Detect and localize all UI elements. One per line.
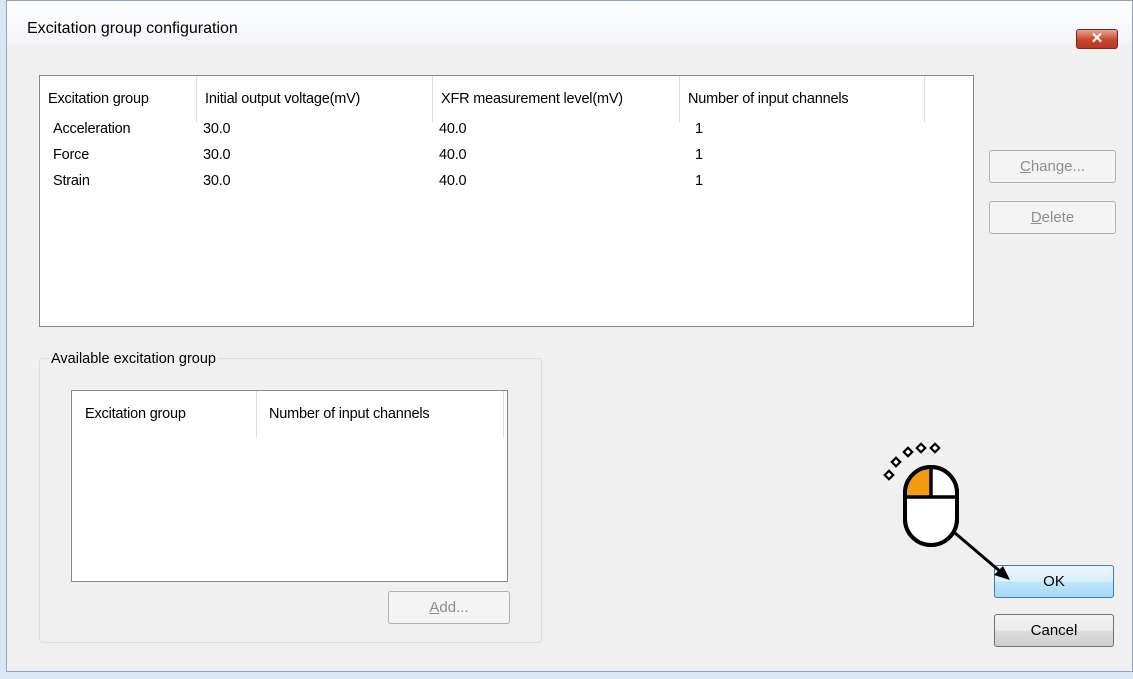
cell-initial-output-voltage: 30.0 [203,173,231,189]
cell-number-of-input-channels: 1 [695,121,703,137]
table-row[interactable]: Acceleration 30.0 40.0 1 [40,121,973,140]
cell-excitation-group: Force [53,147,90,163]
cell-xfr-measurement-level: 40.0 [439,121,467,137]
delete-button[interactable]: Delete [989,201,1116,234]
column-header-excitation-group[interactable]: Excitation group [72,391,257,437]
cancel-button[interactable]: Cancel [994,614,1114,647]
title-bar: Excitation group configuration ✕ [7,1,1132,49]
cell-xfr-measurement-level: 40.0 [439,173,467,189]
column-header-initial-output-voltage[interactable]: Initial output voltage(mV) [197,76,433,122]
add-button[interactable]: Add... [388,591,510,624]
available-excitation-group-list[interactable]: Excitation group Number of input channel… [71,390,508,582]
column-header-excitation-group[interactable]: Excitation group [40,76,197,122]
list-header: Excitation group Initial output voltage(… [40,76,973,122]
column-header-xfr-measurement-level[interactable]: XFR measurement level(mV) [433,76,680,122]
available-excitation-group-label: Available excitation group [49,351,218,367]
cell-initial-output-voltage: 30.0 [203,147,231,163]
close-button[interactable]: ✕ [1076,29,1118,49]
cell-number-of-input-channels: 1 [695,147,703,163]
cell-excitation-group: Acceleration [53,121,131,137]
cell-initial-output-voltage: 30.0 [203,121,231,137]
change-button[interactable]: Change... [989,150,1116,183]
window-title: Excitation group configuration [27,20,238,37]
table-row[interactable]: Force 30.0 40.0 1 [40,147,973,166]
table-row[interactable]: Strain 30.0 40.0 1 [40,173,973,192]
column-header-number-of-input-channels[interactable]: Number of input channels [257,391,504,437]
cell-excitation-group: Strain [53,173,90,189]
close-icon: ✕ [1090,30,1104,47]
mouse-click-icon [883,442,1010,580]
cell-number-of-input-channels: 1 [695,173,703,189]
dialog-window: Excitation group configuration ✕ Excitat… [6,0,1133,672]
cell-xfr-measurement-level: 40.0 [439,147,467,163]
column-header-number-of-input-channels[interactable]: Number of input channels [680,76,925,122]
excitation-group-list[interactable]: Excitation group Initial output voltage(… [39,75,974,327]
available-list-header: Excitation group Number of input channel… [72,391,507,437]
